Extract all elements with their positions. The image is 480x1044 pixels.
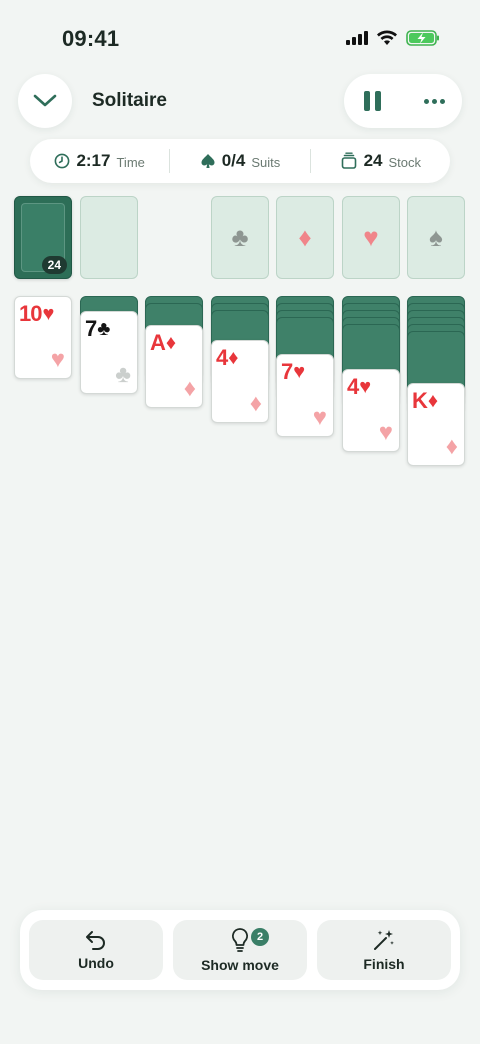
spade-icon: ♠ xyxy=(429,222,443,252)
suit-pip-icon: ♣ xyxy=(115,360,131,388)
spade-icon xyxy=(201,154,215,168)
stack-icon xyxy=(341,152,356,169)
time-value: 2:17 xyxy=(76,151,111,170)
stock-label: Stock xyxy=(388,154,422,170)
diamond-icon: ♦ xyxy=(298,222,312,252)
card-rank: 4 ♥ xyxy=(347,373,371,399)
rank-label: 10 xyxy=(19,301,43,326)
top-bar: Solitaire xyxy=(0,72,480,132)
chevron-down-icon xyxy=(33,94,57,107)
pause-button[interactable] xyxy=(358,87,386,115)
suit-icon: ♥ xyxy=(359,375,371,398)
more-icon xyxy=(423,98,429,104)
suit-icon: ♦ xyxy=(228,346,238,369)
finish-label: Finish xyxy=(363,956,405,972)
suit-pip-icon: ♦ xyxy=(249,389,262,417)
show-move-button[interactable]: 2 Show move xyxy=(173,920,307,980)
suits-label: Suits xyxy=(251,154,281,170)
status-time: 09:41 xyxy=(62,26,120,51)
stock-count-badge: 24 xyxy=(41,256,67,274)
status-bar: 09:41 xyxy=(0,0,480,70)
status-icons xyxy=(346,30,440,46)
tableau-card[interactable]: 4 ♥ ♥ xyxy=(342,368,400,452)
finish-button[interactable]: Finish xyxy=(317,920,451,980)
undo-label: Undo xyxy=(78,955,114,971)
bottom-toolbar: Undo 2 Show move Finish xyxy=(20,910,460,990)
card-rank: 7 ♥ xyxy=(281,359,305,384)
undo-button[interactable]: Undo xyxy=(29,920,163,980)
suit-pip-icon: ♥ xyxy=(312,404,327,431)
clock-icon xyxy=(55,153,70,169)
foundation-clubs[interactable]: ♣ xyxy=(211,196,269,279)
suit-icon: ♦ xyxy=(427,390,438,412)
battery-charging-icon xyxy=(406,30,439,46)
card-rank: 7 ♣ xyxy=(85,315,110,341)
stock-value: 24 xyxy=(363,151,383,170)
rank-label: A xyxy=(150,330,166,355)
magic-wand-icon xyxy=(374,930,394,950)
tableau-card[interactable]: 7 ♣ ♣ xyxy=(80,310,138,394)
more-button[interactable] xyxy=(418,87,450,115)
suit-icon: ♦ xyxy=(165,332,176,354)
hint-count-badge: 2 xyxy=(251,928,269,946)
tableau-card[interactable]: 4 ♦ ♦ xyxy=(211,339,269,423)
suit-icon: ♥ xyxy=(42,303,54,325)
stat-suits: 0/4 Suits xyxy=(170,139,309,183)
tableau-card[interactable]: 10 ♥ ♥ xyxy=(14,296,72,379)
rank-label: 7 xyxy=(85,315,97,341)
foundation-diamonds[interactable]: ♦ xyxy=(276,196,334,279)
stock-pile[interactable]: 24 xyxy=(14,196,72,279)
wifi-icon xyxy=(377,30,397,45)
lightbulb-icon xyxy=(232,928,248,952)
tableau-card[interactable]: A ♦ ♦ xyxy=(145,325,203,408)
rank-label: 7 xyxy=(281,359,293,384)
pause-icon xyxy=(363,91,370,111)
suit-icon: ♣ xyxy=(97,317,110,340)
suit-icon: ♥ xyxy=(293,361,305,383)
header-actions xyxy=(344,74,462,128)
foundation-spades[interactable]: ♠ xyxy=(407,196,465,279)
stat-time: 2:17 Time xyxy=(30,139,169,183)
card-rank: A ♦ xyxy=(150,330,176,355)
club-icon: ♣ xyxy=(231,222,249,252)
time-label: Time xyxy=(116,154,145,170)
heart-icon: ♥ xyxy=(363,222,379,252)
suit-pip-icon: ♦ xyxy=(183,375,196,402)
tableau-card[interactable]: K ♦ ♦ xyxy=(407,383,465,466)
card-rank: 10 ♥ xyxy=(19,301,54,326)
rank-label: K xyxy=(412,388,428,413)
suit-pip-icon: ♥ xyxy=(50,346,65,373)
rank-label: 4 xyxy=(347,373,359,399)
undo-icon xyxy=(86,931,105,950)
card-rank: K ♦ xyxy=(412,388,438,413)
suit-pip-icon: ♥ xyxy=(378,418,393,446)
tableau-card[interactable]: 7 ♥ ♥ xyxy=(276,354,334,437)
page-title: Solitaire xyxy=(92,90,167,111)
rank-label: 4 xyxy=(216,344,228,370)
stat-stock: 24 Stock xyxy=(311,139,450,183)
stats-bar: 2:17 Time 0/4 Suits 24 Stock xyxy=(30,139,450,183)
suit-pip-icon: ♦ xyxy=(445,433,458,460)
foundation-hearts[interactable]: ♥ xyxy=(342,196,400,279)
collapse-button[interactable] xyxy=(18,74,72,128)
signal-icon xyxy=(346,31,368,45)
show-move-label: Show move xyxy=(201,957,279,973)
suits-value: 0/4 xyxy=(221,151,246,170)
card-rank: 4 ♦ xyxy=(216,344,238,370)
waste-slot[interactable] xyxy=(80,196,138,279)
